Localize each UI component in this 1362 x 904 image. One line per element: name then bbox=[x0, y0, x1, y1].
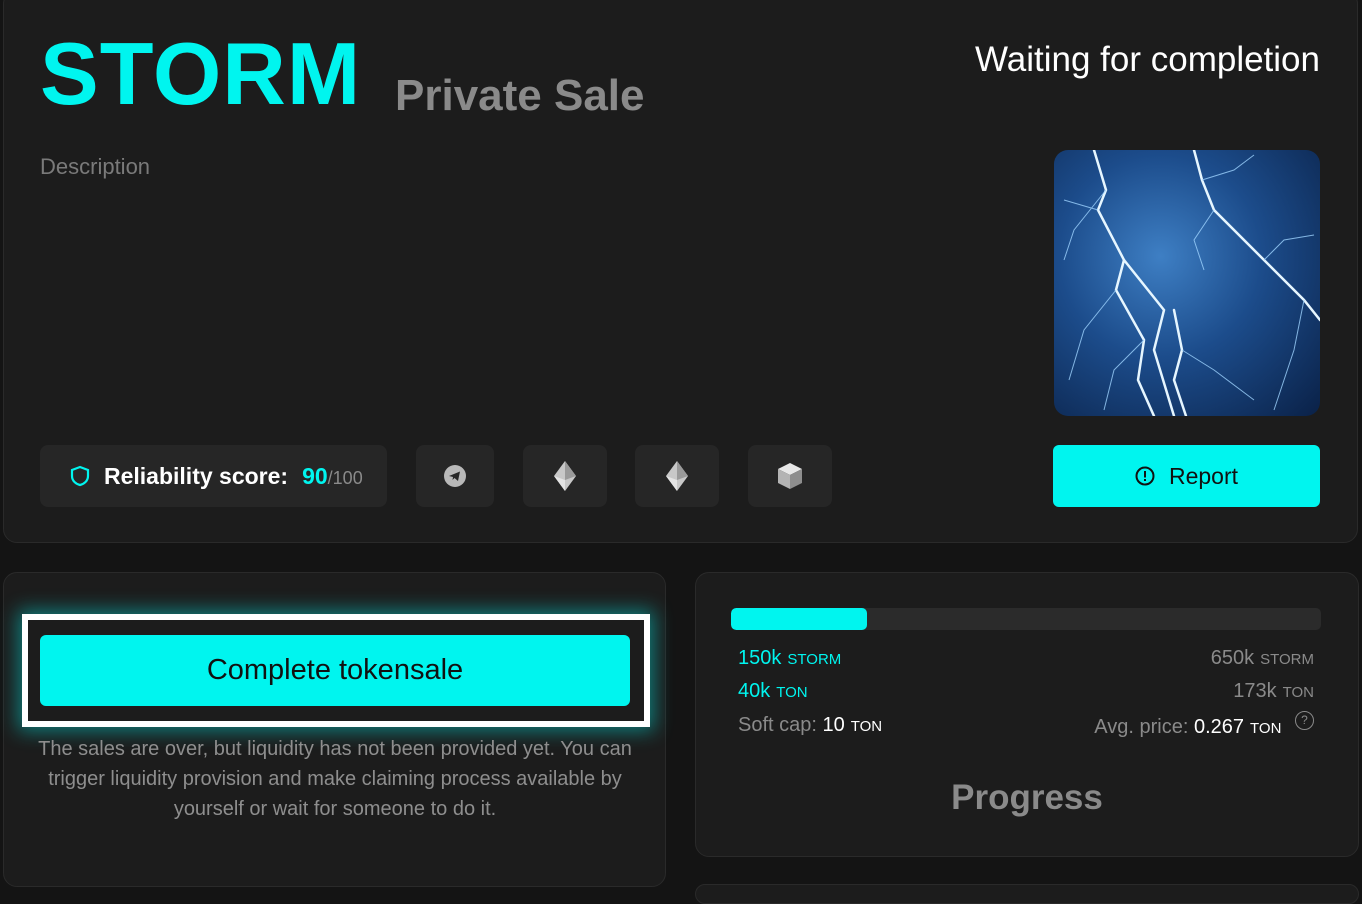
total-ton: 173k TON bbox=[1233, 681, 1314, 701]
reliability-max: /100 bbox=[327, 467, 363, 488]
total-ton-value: 173k bbox=[1233, 680, 1277, 702]
reliability-label: Reliability score: bbox=[104, 462, 289, 489]
total-tokens-value: 650k bbox=[1210, 647, 1255, 669]
soft-cap: Soft cap: 10 TON bbox=[738, 715, 882, 735]
sale-status: Waiting for completion bbox=[975, 40, 1320, 79]
soft-cap-value: 10 bbox=[822, 714, 845, 736]
reliability-value: 90 bbox=[302, 462, 328, 489]
progress-bar bbox=[731, 608, 1321, 630]
shield-icon bbox=[70, 465, 90, 487]
avg-price: Avg. price: 0.267 TON ? bbox=[1094, 711, 1314, 738]
progress-fill bbox=[731, 608, 867, 630]
explorer-link[interactable] bbox=[748, 445, 832, 507]
sale-completion-note: The sales are over, but liquidity has no… bbox=[38, 738, 632, 820]
reliability-score: Reliability score: 90 /100 bbox=[40, 445, 387, 507]
ethereum-icon bbox=[666, 461, 688, 491]
storm-lightning-image bbox=[1054, 150, 1320, 416]
progress-title: Progress bbox=[951, 778, 1103, 817]
token-name: STORM bbox=[40, 24, 362, 123]
sale-type: Private Sale bbox=[395, 71, 645, 120]
total-ton-unit: TON bbox=[1282, 684, 1314, 701]
ethereum-link-2[interactable] bbox=[635, 445, 719, 507]
description-label: Description bbox=[40, 154, 151, 179]
report-label: Report bbox=[1168, 462, 1239, 489]
ethereum-link-1[interactable] bbox=[523, 445, 607, 507]
avg-price-value: 0.267 bbox=[1193, 716, 1245, 738]
cube-icon bbox=[778, 463, 802, 489]
total-tokens-unit: STORM bbox=[1260, 651, 1314, 668]
raised-ton-unit: TON bbox=[776, 684, 808, 701]
raised-ton-value: 40k bbox=[738, 680, 771, 702]
complete-tokensale-button[interactable]: Complete tokensale bbox=[40, 635, 630, 706]
avg-price-unit: TON bbox=[1250, 720, 1282, 737]
help-icon[interactable]: ? bbox=[1295, 711, 1314, 730]
telegram-icon bbox=[444, 465, 466, 487]
raised-tokens-value: 150k bbox=[738, 647, 782, 669]
telegram-link[interactable] bbox=[416, 445, 494, 507]
raised-tokens-unit: STORM bbox=[787, 651, 842, 668]
alert-circle-icon bbox=[1135, 466, 1155, 486]
ethereum-icon bbox=[554, 461, 576, 491]
report-button[interactable]: Report bbox=[1053, 445, 1320, 507]
raised-tokens: 150k STORM bbox=[738, 648, 841, 668]
soft-cap-unit: TON bbox=[850, 718, 883, 735]
total-tokens: 650k STORM bbox=[1211, 648, 1314, 668]
next-card bbox=[695, 884, 1359, 904]
soft-cap-label: Soft cap: bbox=[738, 714, 817, 736]
raised-ton: 40k TON bbox=[738, 681, 808, 701]
avg-price-label: Avg. price: bbox=[1094, 716, 1189, 738]
